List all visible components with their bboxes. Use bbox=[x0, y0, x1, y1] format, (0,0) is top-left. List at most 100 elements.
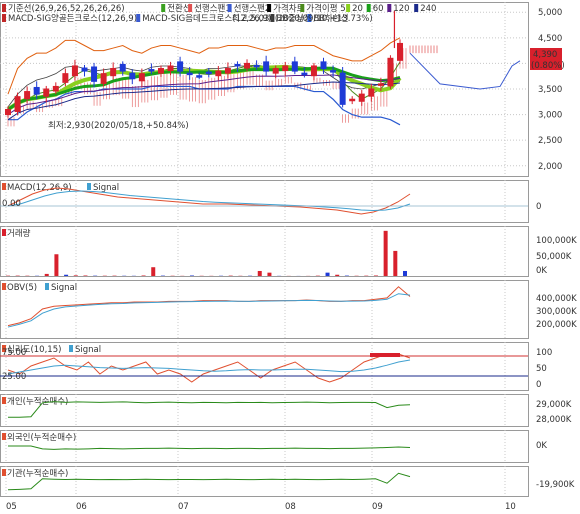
obv-signal-label: Signal bbox=[51, 283, 77, 293]
macd-panel: MACD(12,26,9) Signal00.00 bbox=[0, 180, 541, 223]
volume-bar bbox=[403, 270, 407, 276]
candle-body bbox=[282, 65, 289, 72]
psy-signal-swatch bbox=[69, 345, 73, 352]
candle-body bbox=[157, 68, 164, 74]
legend-label: 선행스팬1 bbox=[194, 3, 231, 14]
candle-body bbox=[320, 61, 327, 70]
volume-bar bbox=[393, 250, 398, 276]
main-y-tick: 3,500 bbox=[538, 85, 562, 95]
macd-title-swatch bbox=[2, 183, 6, 190]
candle-body bbox=[253, 64, 260, 68]
legend-swatch bbox=[267, 4, 272, 12]
vol-title: 거래량 bbox=[7, 228, 31, 239]
ind-title-swatch bbox=[2, 397, 6, 404]
obv-y-tick: 400,000K bbox=[536, 294, 577, 304]
legend-swatch bbox=[366, 4, 371, 12]
volume-bar bbox=[189, 275, 194, 276]
x-tick: 08 bbox=[285, 502, 296, 512]
legend-label: 가격이평 5 bbox=[306, 3, 345, 14]
ind-y-tick: 29,000K bbox=[536, 400, 572, 410]
obv-panel: OBV(5) Signal 400,000K 300,000K 200,000K bbox=[0, 280, 577, 339]
legend-label: 가격차트 bbox=[273, 3, 304, 14]
volume-bar bbox=[54, 254, 59, 276]
obv-signal-swatch bbox=[45, 283, 49, 290]
volume-bar bbox=[325, 272, 330, 276]
volume-bar bbox=[141, 275, 146, 276]
main-y-tick: 3,000 bbox=[538, 111, 562, 121]
candle-body bbox=[215, 70, 222, 77]
volume-panel: 거래량 100,000K 50,000K 0K bbox=[0, 226, 577, 277]
legend-swatch bbox=[227, 4, 232, 12]
candle-body bbox=[5, 108, 11, 116]
pct-tag: (0.80%) bbox=[531, 61, 565, 71]
volume-bar bbox=[151, 267, 156, 276]
candle-body bbox=[119, 63, 126, 72]
candle-body bbox=[110, 68, 117, 77]
obv-y-tick: 200,000K bbox=[536, 320, 577, 330]
candle-body bbox=[310, 65, 317, 77]
macd-frame bbox=[0, 180, 529, 223]
legend-swatch bbox=[136, 14, 141, 22]
x-axis: 05 06 07 08 09 10 bbox=[6, 502, 516, 512]
ins-y-tick: -19,900K bbox=[536, 480, 575, 490]
vol-y-tick: 0K bbox=[536, 266, 547, 276]
ind-frame bbox=[0, 394, 529, 427]
candle-body bbox=[301, 72, 308, 76]
legend-swatch bbox=[188, 4, 193, 12]
macd-signal-swatch bbox=[87, 183, 91, 190]
ind-y-tick: 28,000K bbox=[536, 415, 572, 425]
legend-label: 60 bbox=[373, 4, 384, 14]
candle-body bbox=[167, 65, 174, 72]
candle-body bbox=[24, 91, 31, 100]
x-tick: 07 bbox=[178, 502, 189, 512]
legend-swatch bbox=[300, 4, 305, 12]
psy-y-tick: 100 bbox=[536, 348, 552, 358]
candle-body bbox=[71, 65, 78, 77]
obv-frame bbox=[0, 280, 529, 339]
volume-bar bbox=[64, 274, 69, 276]
low-annotation: 최저:2,930(2020/05/18,+50.84%) bbox=[48, 120, 189, 131]
macd-zero-label: 0.00 bbox=[2, 199, 21, 209]
vol-y-tick: 50,000K bbox=[536, 252, 572, 262]
legend-label: 20 bbox=[352, 4, 363, 14]
psy-y-tick: 50 bbox=[536, 364, 547, 374]
candle-body bbox=[224, 68, 231, 74]
volume-bar bbox=[44, 273, 49, 276]
candle-body bbox=[244, 62, 251, 69]
main-y-tick: 2,500 bbox=[538, 136, 562, 146]
candle-body bbox=[368, 88, 375, 97]
volume-bar bbox=[383, 230, 388, 276]
obv-title: OBV(5) bbox=[7, 283, 37, 293]
candle-body bbox=[234, 63, 241, 67]
macd-y-tick: 0 bbox=[536, 202, 541, 212]
candle-body bbox=[100, 73, 107, 84]
psy-upper-label: 75.00 bbox=[2, 348, 26, 358]
candle-body bbox=[397, 42, 403, 61]
ins-title-swatch bbox=[2, 469, 6, 476]
vol-y-tick: 100,000K bbox=[536, 236, 577, 246]
legend-swatch bbox=[2, 14, 6, 22]
vol-title-swatch bbox=[2, 229, 6, 236]
for-title-swatch bbox=[2, 433, 6, 440]
psy-signal-label: Signal bbox=[75, 345, 101, 355]
candle-body bbox=[14, 96, 21, 113]
volume-bar bbox=[73, 275, 78, 276]
candle-body bbox=[177, 61, 184, 72]
candle-body bbox=[196, 75, 203, 78]
legend-swatch bbox=[2, 4, 6, 12]
x-tick: 06 bbox=[76, 502, 87, 512]
candle-body bbox=[62, 73, 69, 83]
x-tick: 10 bbox=[505, 502, 516, 512]
psychology-panel: 심리도(10,15) Signal 10050075.0025.00 bbox=[0, 342, 552, 391]
candle-body bbox=[272, 68, 279, 74]
volume-bar bbox=[257, 270, 262, 276]
legend-swatch bbox=[346, 4, 351, 12]
foreign-panel: 외국인(누적순매수) 0K bbox=[0, 430, 547, 463]
for-title: 외국인(누적순매수) bbox=[7, 432, 76, 443]
legend-label: MACD-SIG양골든크로스(12,26,9) bbox=[8, 13, 137, 24]
candle-body bbox=[91, 66, 98, 82]
legend-swatch bbox=[387, 4, 392, 12]
candle-body bbox=[377, 83, 384, 86]
candle-body bbox=[148, 69, 155, 72]
obv-title-swatch bbox=[2, 283, 6, 290]
